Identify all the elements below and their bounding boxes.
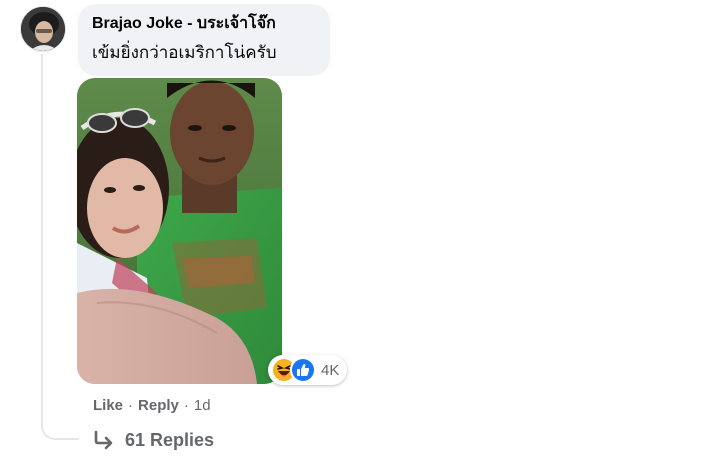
- reaction-count: 4K: [321, 361, 340, 379]
- replies-count-label: 61 Replies: [125, 429, 215, 450]
- comment-timestamp[interactable]: 1d: [194, 397, 211, 414]
- comment-actions: Like · Reply · 1d: [93, 394, 211, 416]
- like-button[interactable]: Like: [93, 397, 123, 414]
- comment-thread: Brajao Joke - บระเจ้าโจ๊ก เข้มยิ่งกว่าอเ…: [0, 0, 728, 460]
- reply-arrow-icon: [93, 430, 115, 450]
- thread-branch-line: [41, 404, 79, 440]
- photo-image: [77, 78, 282, 384]
- like-icon: [290, 357, 316, 383]
- action-separator: ·: [128, 396, 134, 414]
- thread-line: [41, 54, 43, 426]
- avatar-image: [21, 7, 65, 51]
- view-replies-button[interactable]: 61 Replies: [93, 427, 214, 453]
- comment-author[interactable]: Brajao Joke - บระเจ้าโจ๊ก: [92, 13, 316, 35]
- reactions-summary[interactable]: 4K: [268, 355, 348, 385]
- comment-bubble: Brajao Joke - บระเจ้าโจ๊ก เข้มยิ่งกว่าอเ…: [78, 4, 330, 76]
- avatar[interactable]: [20, 6, 66, 52]
- comment-photo[interactable]: [77, 78, 282, 384]
- comment-text: เข้มยิ่งกว่าอเมริกาโน่ครับ: [92, 43, 277, 62]
- action-separator: ·: [183, 396, 189, 414]
- reply-button[interactable]: Reply: [138, 397, 179, 414]
